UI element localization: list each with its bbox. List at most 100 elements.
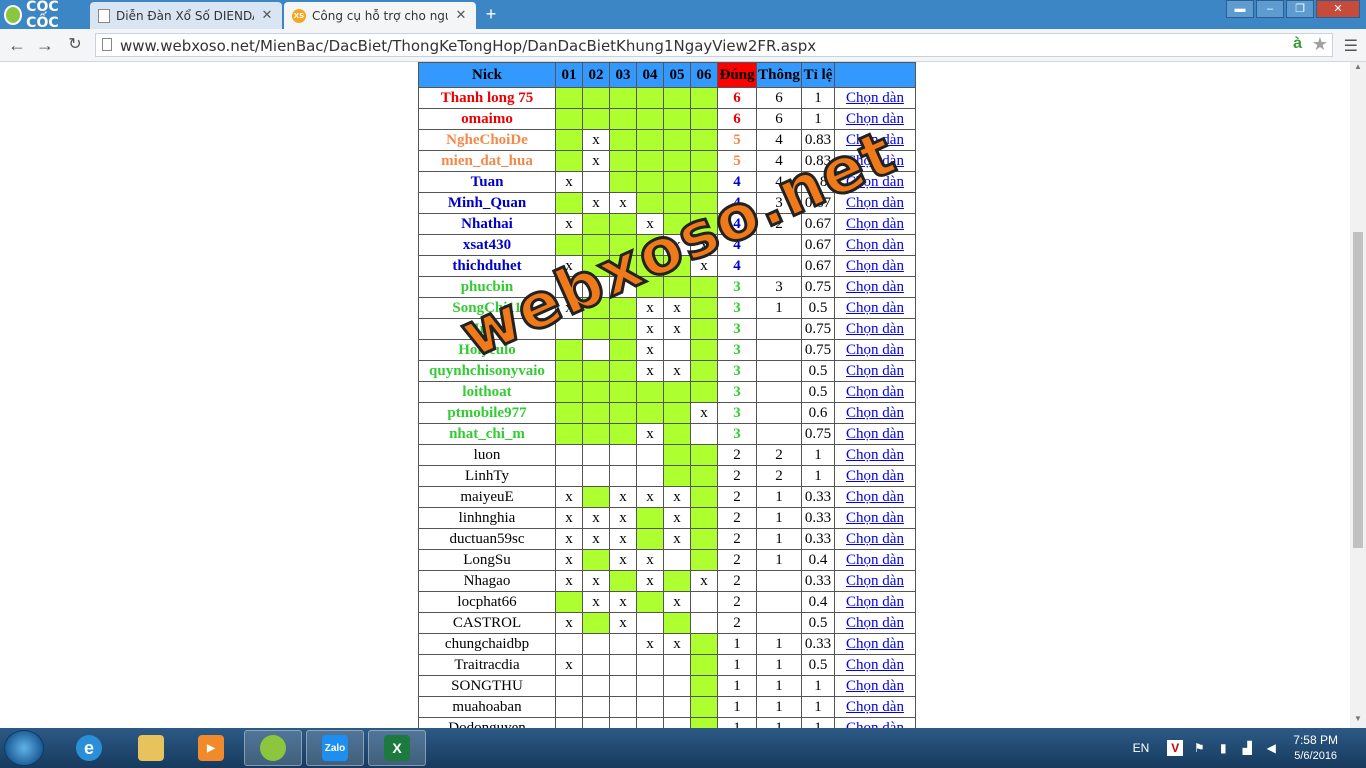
table-row: Nhagao x x x x 2 0.33 Chọn dàn xyxy=(418,570,916,592)
clock[interactable]: 7:58 PM 5/6/2016 xyxy=(1293,732,1338,764)
chon-dan-link[interactable]: Chọn dàn xyxy=(846,279,904,295)
forward-arrow-icon[interactable]: → xyxy=(34,34,56,56)
dung-cell: 5 xyxy=(717,150,757,172)
tab-diendan[interactable]: Diễn Đàn Xổ Số DIENDAN ✕ xyxy=(90,2,282,29)
thong-cell: 1 xyxy=(756,633,802,655)
chon-dan-link[interactable]: Chọn dàn xyxy=(846,363,904,379)
chon-dan-link[interactable]: Chọn dàn xyxy=(846,384,904,400)
day-cell xyxy=(582,234,610,256)
chon-dan-cell: Chọn dàn xyxy=(834,423,916,445)
day-cell xyxy=(636,108,664,130)
chon-dan-link[interactable]: Chọn dàn xyxy=(846,510,904,526)
scrollbar-thumb[interactable] xyxy=(1353,232,1363,548)
day-cell xyxy=(690,423,718,445)
thong-cell xyxy=(756,612,802,634)
day-cell: x xyxy=(555,612,583,634)
chon-dan-link[interactable]: Chọn dàn xyxy=(846,216,904,232)
browser-brand[interactable]: CỐC CỐC xyxy=(0,0,88,31)
day-cell xyxy=(690,528,718,550)
chon-dan-link[interactable]: Chọn dàn xyxy=(846,111,904,127)
chon-dan-link[interactable]: Chọn dàn xyxy=(846,657,904,673)
antivirus-icon[interactable]: V xyxy=(1167,740,1184,756)
day-cell xyxy=(582,87,610,109)
chon-dan-link[interactable]: Chọn dàn xyxy=(846,594,904,610)
chon-dan-link[interactable]: Chọn dàn xyxy=(846,426,904,442)
address-bar[interactable]: www.webxoso.net/MienBac/DacBiet/ThongKeT… xyxy=(95,33,1333,57)
chon-dan-link[interactable]: Chọn dàn xyxy=(846,195,904,211)
day-cell xyxy=(690,276,718,298)
tile-cell: 1 xyxy=(801,87,835,109)
menu-icon[interactable]: ☰ xyxy=(1344,36,1358,56)
chon-dan-link[interactable]: Chọn dàn xyxy=(846,132,904,148)
maximize-icon[interactable]: ❐ xyxy=(1286,0,1314,18)
tile-cell: 0.6 xyxy=(801,402,835,424)
chon-dan-link[interactable]: Chọn dàn xyxy=(846,405,904,421)
scroll-up-icon[interactable]: ▲ xyxy=(1350,62,1366,76)
chon-dan-link[interactable]: Chọn dàn xyxy=(846,174,904,190)
day-cell: x xyxy=(582,570,610,592)
taskbar-ie[interactable]: e xyxy=(60,730,118,766)
chon-dan-cell: Chọn dàn xyxy=(834,570,916,592)
coccoc-translate-icon[interactable]: à xyxy=(1293,35,1302,53)
chon-dan-link[interactable]: Chọn dàn xyxy=(846,573,904,589)
chon-dan-link[interactable]: Chọn dàn xyxy=(846,552,904,568)
day-cell xyxy=(663,255,691,277)
thong-cell: 2 xyxy=(756,444,802,466)
chon-dan-link[interactable]: Chọn dàn xyxy=(846,342,904,358)
day-cell xyxy=(690,696,718,718)
reload-icon[interactable]: ↻ xyxy=(64,34,86,56)
new-tab-icon[interactable]: + xyxy=(481,4,501,24)
excel-label: X xyxy=(392,740,402,756)
chon-dan-link[interactable]: Chọn dàn xyxy=(846,300,904,316)
network-icon[interactable]: ▟ xyxy=(1239,740,1255,756)
chon-dan-link[interactable]: Chọn dàn xyxy=(846,153,904,169)
chon-dan-link[interactable]: Chọn dàn xyxy=(846,678,904,694)
chon-dan-link[interactable]: Chọn dàn xyxy=(846,447,904,463)
tab-congcu[interactable]: XS Công cụ hỗ trợ cho người ✕ xyxy=(284,2,476,29)
dung-cell: 2 xyxy=(717,591,757,613)
url-text[interactable]: www.webxoso.net/MienBac/DacBiet/ThongKeT… xyxy=(120,37,816,55)
taskbar-excel[interactable]: X xyxy=(368,730,426,766)
vertical-scrollbar[interactable]: ▲ ▼ xyxy=(1350,62,1366,728)
chon-dan-cell: Chọn dàn xyxy=(834,717,916,728)
chon-dan-link[interactable]: Chọn dàn xyxy=(846,720,904,728)
minimize-icon[interactable]: – xyxy=(1256,0,1284,18)
tile-cell: 0.33 xyxy=(801,507,835,529)
taskbar-explorer[interactable] xyxy=(122,730,180,766)
day-cell: x xyxy=(663,318,691,340)
dung-cell: 3 xyxy=(717,423,757,445)
chon-dan-link[interactable]: Chọn dàn xyxy=(846,615,904,631)
taskbar-zalo[interactable]: Zalo xyxy=(306,730,364,766)
thong-cell: 1 xyxy=(756,654,802,676)
day-cell: x xyxy=(555,528,583,550)
chon-dan-link[interactable]: Chọn dàn xyxy=(846,321,904,337)
chon-dan-link[interactable]: Chọn dàn xyxy=(846,468,904,484)
chon-dan-link[interactable]: Chọn dàn xyxy=(846,699,904,715)
day-cell xyxy=(555,129,583,151)
chon-dan-link[interactable]: Chọn dàn xyxy=(846,636,904,652)
taskbar-coccoc[interactable] xyxy=(244,730,302,766)
back-arrow-icon[interactable]: ← xyxy=(6,34,28,56)
day-cell xyxy=(690,549,718,571)
day-cell xyxy=(690,213,718,235)
user-icon[interactable]: ▬ xyxy=(1226,0,1254,18)
start-button[interactable] xyxy=(4,730,44,766)
header-01: 01 xyxy=(555,62,583,88)
day-cell xyxy=(636,591,664,613)
taskbar-media[interactable]: ▶ xyxy=(182,730,240,766)
flag-icon[interactable]: ⚑ xyxy=(1191,740,1207,756)
scroll-down-icon[interactable]: ▼ xyxy=(1350,714,1366,728)
chon-dan-link[interactable]: Chọn dàn xyxy=(846,489,904,505)
volume-icon[interactable]: ◀ xyxy=(1263,740,1279,756)
close-tab-icon[interactable]: ✕ xyxy=(454,8,468,23)
bookmark-star-icon[interactable]: ★ xyxy=(1312,34,1328,55)
day-cell xyxy=(663,108,691,130)
battery-icon[interactable]: ▮ xyxy=(1215,740,1231,756)
language-indicator[interactable]: EN xyxy=(1133,741,1150,755)
chon-dan-link[interactable]: Chọn dàn xyxy=(846,90,904,106)
chon-dan-link[interactable]: Chọn dàn xyxy=(846,237,904,253)
close-window-icon[interactable]: ✕ xyxy=(1316,0,1360,18)
chon-dan-link[interactable]: Chọn dàn xyxy=(846,531,904,547)
chon-dan-link[interactable]: Chọn dàn xyxy=(846,258,904,274)
close-tab-icon[interactable]: ✕ xyxy=(260,8,274,23)
